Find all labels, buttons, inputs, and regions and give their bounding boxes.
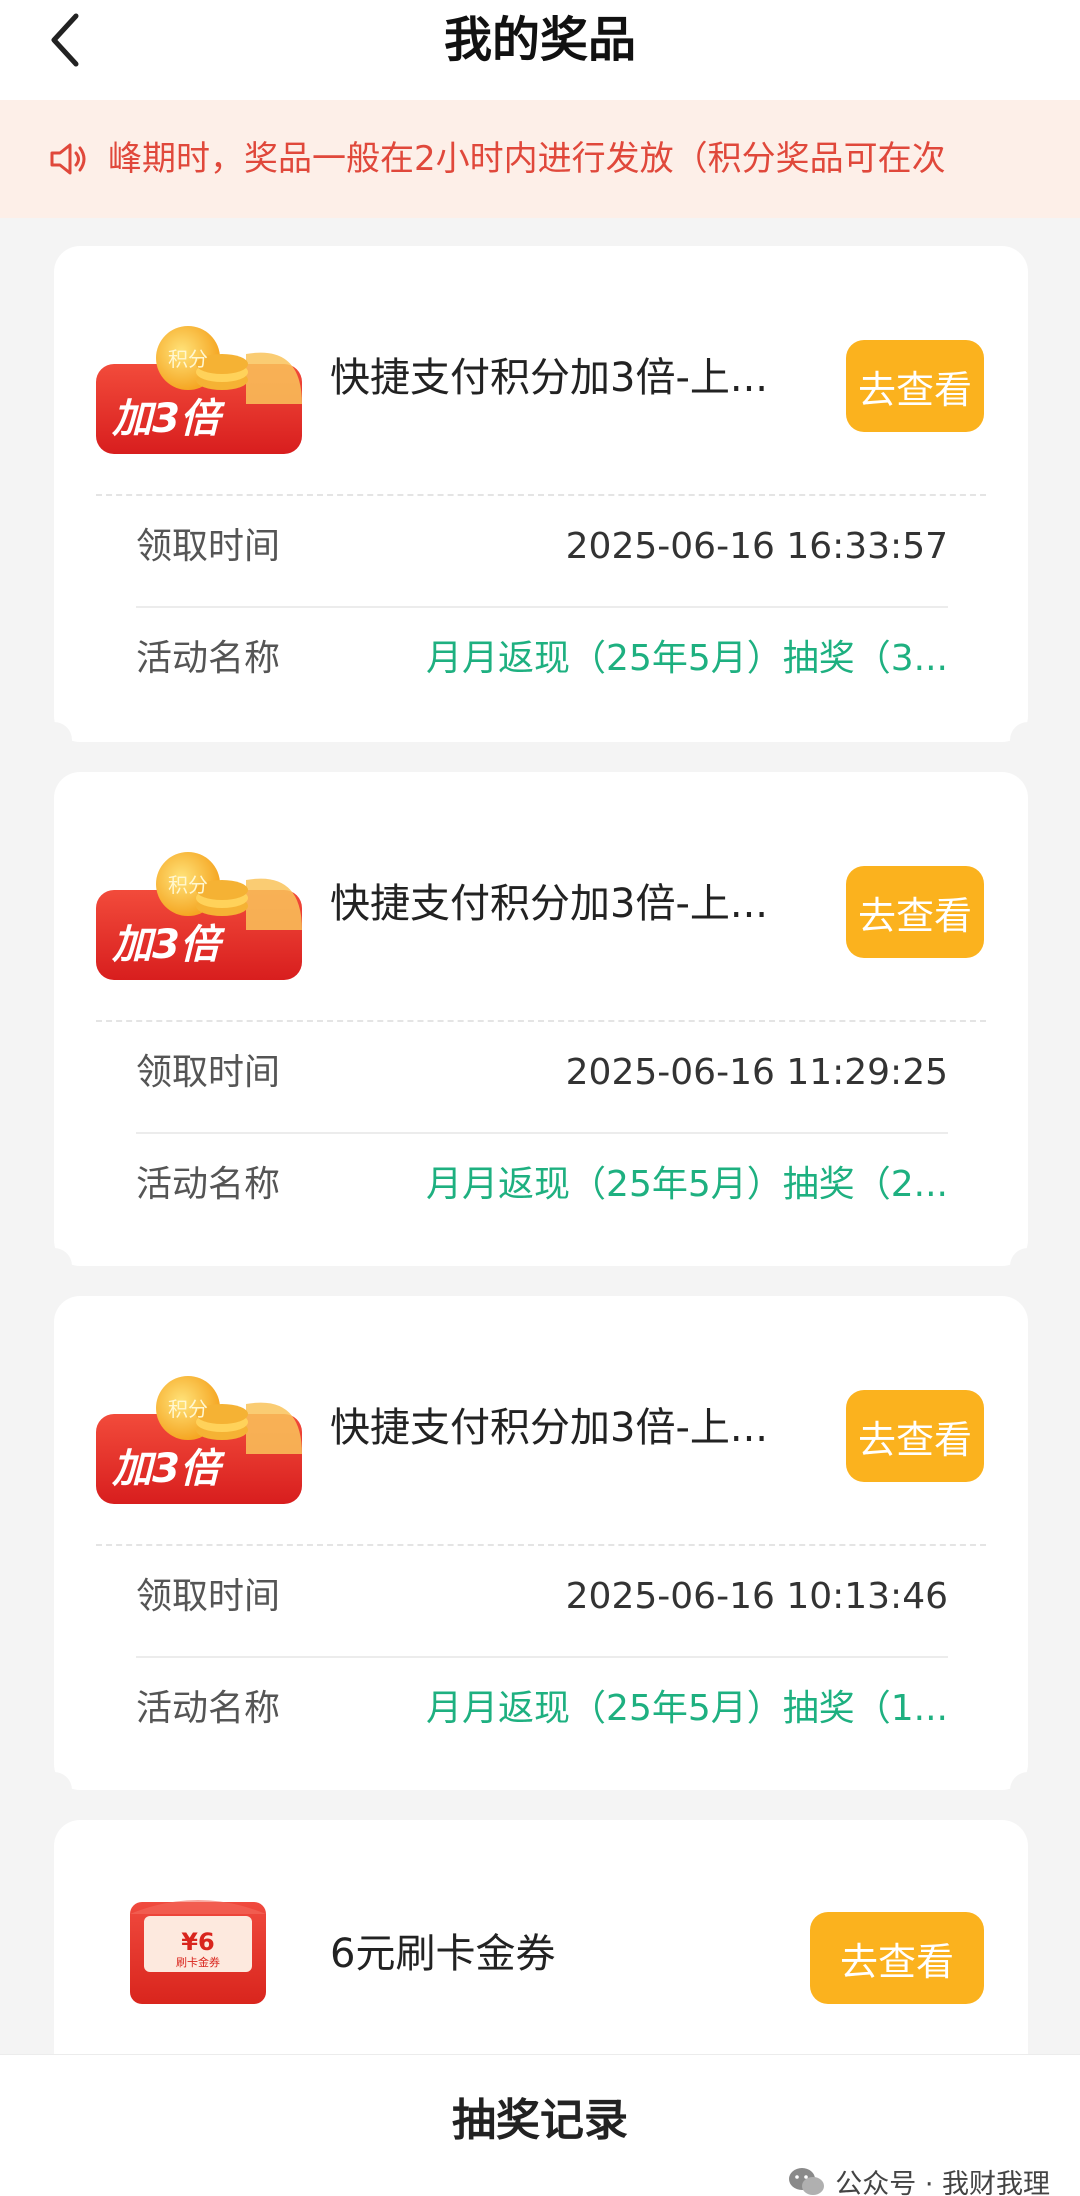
- triple-points-badge-icon: 积分 加3倍: [96, 1376, 302, 1504]
- divider: [136, 1656, 948, 1658]
- watermark: 公众号 · 我财我理: [787, 2162, 1050, 2196]
- page-title: 我的奖品: [443, 12, 636, 68]
- claim-time-value: 2025-06-16 10:13:46: [565, 1576, 948, 1617]
- divider: [136, 606, 948, 608]
- draw-records-button[interactable]: 抽奖记录: [0, 2091, 1080, 2151]
- dashed-divider: [96, 1544, 986, 1546]
- red-envelope-coupon-icon: ¥6 刷卡金券: [130, 1900, 266, 2004]
- prize-card-content: 积分 加3倍 快捷支付积分加3倍-上... 去查看 领取时间 2025-06-1…: [54, 1296, 1028, 1790]
- notice-bar: 峰期时，奖品一般在2小时内进行发放（积分奖品可在次: [0, 100, 1080, 218]
- prize-name: 6元刷卡金券: [330, 1931, 556, 1977]
- svg-text:积分: 积分: [168, 873, 208, 897]
- prize-name: 快捷支付积分加3倍-上...: [330, 1405, 769, 1451]
- prize-card-content: 积分 加3倍 快捷支付积分加3倍-上... 去查看 领取时间 2025-06-1…: [54, 246, 1028, 742]
- top-bar: 我的奖品: [0, 0, 1080, 100]
- speaker-icon: [50, 143, 86, 175]
- svg-text:积分: 积分: [168, 1397, 208, 1421]
- prize-name: 快捷支付积分加3倍-上...: [330, 881, 769, 927]
- triple-points-badge-icon: 积分 加3倍: [96, 852, 302, 980]
- prize-name: 快捷支付积分加3倍-上...: [330, 355, 769, 401]
- view-button[interactable]: 去查看: [846, 866, 984, 958]
- activity-name-label: 活动名称: [136, 1688, 281, 1729]
- dashed-divider: [96, 1020, 986, 1022]
- activity-name-label: 活动名称: [136, 638, 281, 679]
- activity-name-value[interactable]: 月月返现（25年5月）抽奖（1...: [426, 1684, 948, 1734]
- prize-card-content: 积分 加3倍 快捷支付积分加3倍-上... 去查看 领取时间 2025-06-1…: [54, 772, 1028, 1266]
- view-button[interactable]: 去查看: [846, 1390, 984, 1482]
- wechat-icon: [789, 2167, 825, 2195]
- view-button[interactable]: 去查看: [810, 1912, 984, 2004]
- watermark-text: 公众号 · 我财我理: [835, 2169, 1050, 2196]
- claim-time-value: 2025-06-16 16:33:57: [565, 526, 948, 567]
- divider: [136, 1132, 948, 1134]
- triple-points-badge-icon: 积分 加3倍: [96, 326, 302, 454]
- activity-name-value[interactable]: 月月返现（25年5月）抽奖（3...: [426, 634, 948, 684]
- claim-time-label: 领取时间: [136, 1576, 281, 1617]
- prize-card-content: ¥6 刷卡金券 6元刷卡金券 去查看: [54, 1820, 1028, 2054]
- svg-text:加3倍: 加3倍: [111, 1446, 226, 1492]
- claim-time-value: 2025-06-16 11:29:25: [565, 1052, 948, 1093]
- svg-text:积分: 积分: [168, 347, 208, 371]
- page: 我的奖品 峰期时，奖品一般在2小时内进行发放（积分奖品可在次 积分 加3倍 快捷…: [0, 0, 1080, 2196]
- svg-text:刷卡金券: 刷卡金券: [176, 1955, 220, 1969]
- svg-text:加3倍: 加3倍: [111, 396, 226, 442]
- claim-time-label: 领取时间: [136, 526, 281, 567]
- svg-text:加3倍: 加3倍: [111, 922, 226, 968]
- notice-text: 峰期时，奖品一般在2小时内进行发放（积分奖品可在次: [108, 139, 946, 179]
- activity-name-value[interactable]: 月月返现（25年5月）抽奖（2...: [426, 1160, 948, 1210]
- activity-name-label: 活动名称: [136, 1164, 281, 1205]
- svg-text:¥6: ¥6: [181, 1928, 214, 1956]
- view-button[interactable]: 去查看: [846, 340, 984, 432]
- dashed-divider: [96, 494, 986, 496]
- claim-time-label: 领取时间: [136, 1052, 281, 1093]
